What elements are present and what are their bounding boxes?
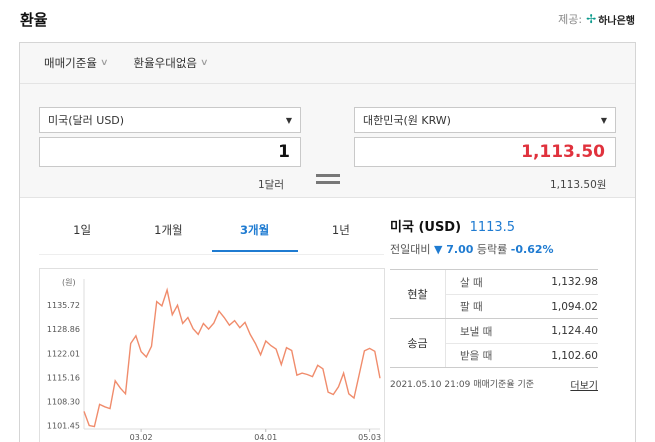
chart-frame: (원) 1101.45 1108.30 1115.16 1122.01 1128.86 11… xyxy=(39,268,385,442)
change-line: 전일대비 ▼ 7.00 등락률 -0.62% xyxy=(390,241,590,257)
to-amount-input[interactable]: 1,113.50 xyxy=(354,137,616,167)
converter: 미국(달러 USD) ▼ 대한민국(원 KRW) ▼ 1 1,113.50 1달… xyxy=(20,84,635,198)
currency-summary: 미국 (USD) 1113.5 전일대비 ▼ 7.00 등락률 -0.62% xyxy=(390,216,590,257)
rate-table: 현찰 살 때 1,132.98 팔 때 1,094.02 송금 보낼 때 1,1… xyxy=(390,269,598,368)
x-tick-label: 05.03 xyxy=(358,433,381,442)
footer-timestamp: 2021.05.10 21:09 xyxy=(390,380,471,390)
row-value: 1,094.02 xyxy=(551,300,598,313)
tab-3month[interactable]: 3개월 xyxy=(211,215,298,252)
tab-1day[interactable]: 1일 xyxy=(39,215,125,252)
provider-info: 제공: ✢ 하나은행 xyxy=(558,11,635,27)
table-row: 살 때 1,132.98 xyxy=(446,270,598,294)
prev-label: 전일대비 xyxy=(390,243,431,256)
base-rate-dropdown[interactable]: 매매기준율 ∨ xyxy=(44,55,108,71)
caret-down-icon: ▼ xyxy=(285,115,292,125)
from-currency-select[interactable]: 미국(달러 USD) ▼ xyxy=(39,107,301,133)
rate-series-line xyxy=(83,287,381,428)
currency-title: 미국 (USD) 1113.5 xyxy=(390,216,590,235)
table-row: 팔 때 1,094.02 xyxy=(446,294,598,318)
table-row: 받을 때 1,102.60 xyxy=(446,343,598,367)
y-unit-label: (원) xyxy=(62,278,76,287)
table-row: 보낼 때 1,124.40 xyxy=(446,319,598,343)
hana-logo-icon: ✢ xyxy=(586,12,597,26)
row-label: 받을 때 xyxy=(460,350,493,362)
footer-info: 2021.05.10 21:09 매매기준율 기준 xyxy=(390,377,534,392)
discount-dropdown[interactable]: 환율우대없음 ∨ xyxy=(133,55,209,71)
row-label: 살 때 xyxy=(460,276,483,289)
row-label: 팔 때 xyxy=(460,301,483,313)
bank-name: 하나은행 xyxy=(598,15,635,27)
y-tick-label: 1128.86 xyxy=(47,325,80,334)
row-label: 보낼 때 xyxy=(460,325,493,338)
equals-icon xyxy=(316,174,340,188)
chevron-down-icon: ∨ xyxy=(99,58,109,68)
chevron-down-icon: ∨ xyxy=(199,58,209,68)
more-link[interactable]: 더보기 xyxy=(570,377,598,392)
y-tick-label: 1115.16 xyxy=(47,373,80,382)
provider-label: 제공: xyxy=(558,13,583,26)
bank-logo: ✢ 하나은행 xyxy=(586,12,635,27)
x-tick-label: 04.01 xyxy=(254,433,277,442)
ratio-label: 등락률 xyxy=(476,243,508,256)
currency-rate: 1113.5 xyxy=(469,220,516,235)
from-amount-text: 1달러 xyxy=(258,179,285,191)
from-amount-input[interactable]: 1 xyxy=(39,137,301,167)
row-value: 1,124.40 xyxy=(551,325,598,337)
y-tick-label: 1135.72 xyxy=(47,301,80,310)
y-tick-label: 1101.45 xyxy=(47,422,80,431)
option-bar: 매매기준율 ∨ 환율우대없음 ∨ xyxy=(20,43,635,84)
tab-1month[interactable]: 1개월 xyxy=(125,215,211,252)
change-value: ▼ 7.00 xyxy=(433,243,474,256)
y-tick-label: 1122.01 xyxy=(47,349,80,358)
base-rate-label: 매매기준율 xyxy=(44,56,97,70)
row-value: 1,102.60 xyxy=(551,349,598,362)
from-currency-value: 미국(달러 USD) xyxy=(48,114,125,127)
currency-name: 미국 (USD) xyxy=(390,220,462,235)
tab-1year[interactable]: 1년 xyxy=(298,215,384,252)
page-title: 환율 xyxy=(20,11,48,29)
discount-label: 환율우대없음 xyxy=(133,56,197,70)
footer: 2021.05.10 21:09 매매기준율 기준 더보기 xyxy=(390,377,598,392)
cash-label: 현찰 xyxy=(390,270,446,318)
remit-label: 송금 xyxy=(390,319,446,367)
to-currency-value: 대한민국(원 KRW) xyxy=(363,114,451,127)
footer-basis: 매매기준율 기준 xyxy=(473,380,535,390)
period-tabs: 1일 1개월 3개월 1년 xyxy=(39,215,384,252)
row-value: 1,132.98 xyxy=(551,276,598,288)
remit-group: 송금 보낼 때 1,124.40 받을 때 1,102.60 xyxy=(390,319,598,368)
x-tick-label: 03.02 xyxy=(130,433,153,442)
caret-down-icon: ▼ xyxy=(600,115,607,125)
cash-group: 현찰 살 때 1,132.98 팔 때 1,094.02 xyxy=(390,270,598,319)
ratio-value: -0.62% xyxy=(510,243,554,256)
exchange-rate-chart: (원) 1101.45 1108.30 1115.16 1122.01 1128.86 11… xyxy=(47,278,381,442)
y-tick-label: 1108.30 xyxy=(47,398,80,407)
to-currency-select[interactable]: 대한민국(원 KRW) ▼ xyxy=(354,107,616,133)
to-amount-text: 1,113.50원 xyxy=(550,179,607,191)
